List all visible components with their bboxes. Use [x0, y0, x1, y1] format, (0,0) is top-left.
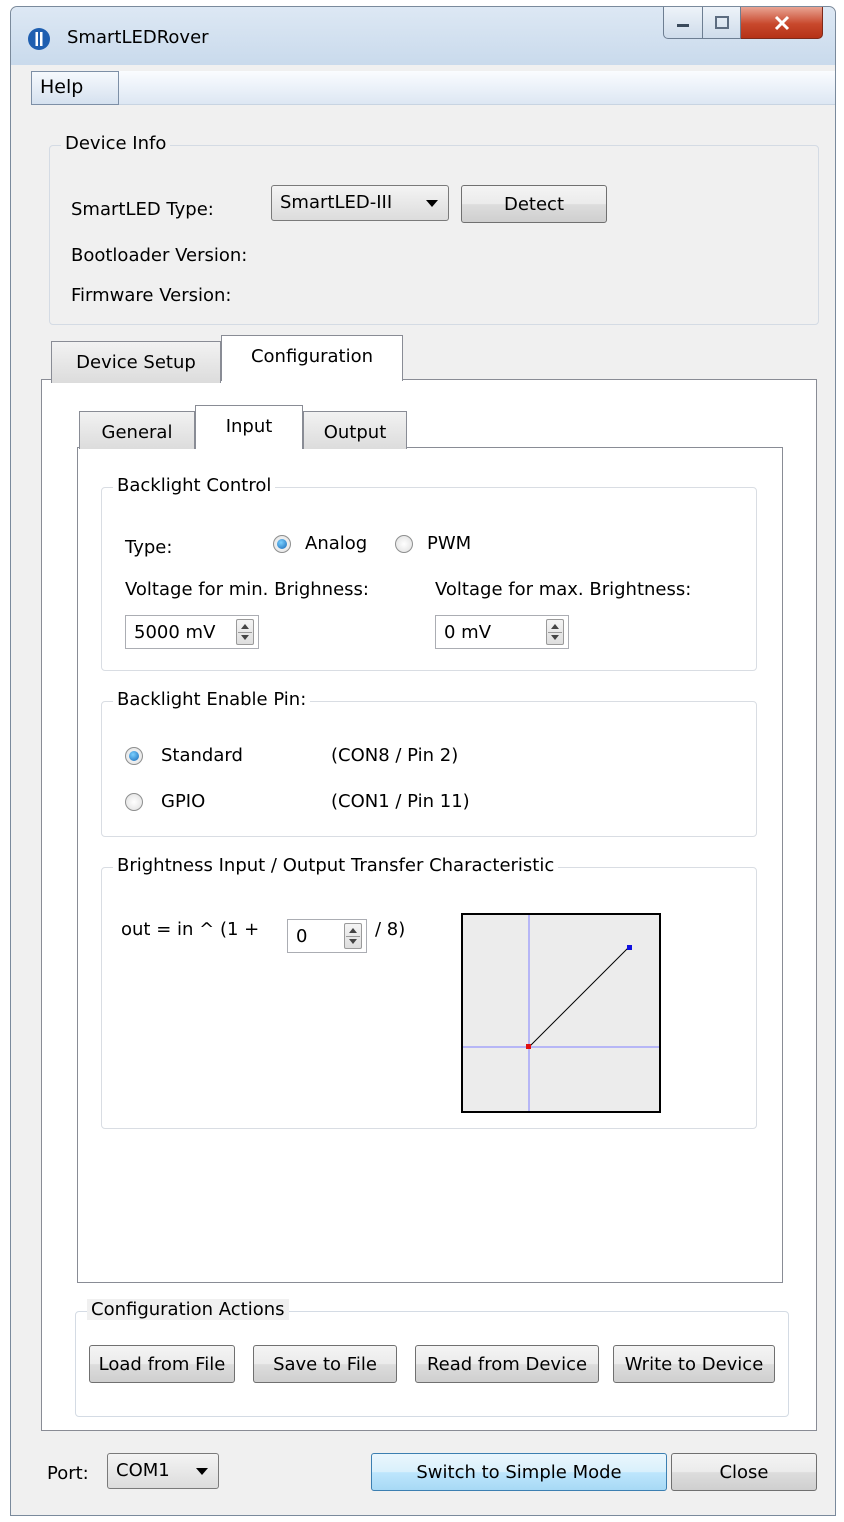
standard-radio[interactable]	[125, 747, 143, 765]
port-combo[interactable]: COM1	[107, 1453, 219, 1489]
smartled-type-combo[interactable]: SmartLED-III	[271, 185, 449, 221]
close-window-button[interactable]	[741, 7, 823, 39]
maximize-button[interactable]	[703, 7, 741, 39]
main-window: SmartLEDRover Help Device Info SmartLED …	[10, 6, 836, 1516]
pwm-radio[interactable]	[395, 535, 413, 553]
exponent-spinbox[interactable]: 0	[287, 919, 367, 953]
transfer-characteristic-title: Brightness Input / Output Transfer Chara…	[113, 855, 559, 876]
configuration-actions-title: Configuration Actions	[87, 1299, 289, 1320]
smartled-type-value: SmartLED-III	[280, 192, 393, 213]
minimize-button[interactable]	[663, 7, 703, 39]
voltage-max-value: 0 mV	[444, 622, 492, 643]
tab-configuration-label: Configuration	[250, 346, 374, 367]
backlight-type-label: Type:	[125, 537, 173, 558]
standard-label[interactable]: Standard	[161, 745, 243, 766]
exponent-value: 0	[296, 926, 308, 947]
subtab-general[interactable]: General	[79, 411, 195, 449]
app-logo-icon	[28, 28, 50, 50]
minimize-icon	[677, 23, 689, 27]
port-value: COM1	[116, 1460, 170, 1481]
gpio-label[interactable]: GPIO	[161, 791, 205, 812]
save-to-file-label: Save to File	[273, 1354, 377, 1375]
spin-updown-icon[interactable]	[236, 619, 254, 645]
smartled-type-label: SmartLED Type:	[71, 199, 214, 220]
backlight-enable-pin-title: Backlight Enable Pin:	[113, 689, 311, 710]
analog-radio[interactable]	[273, 535, 291, 553]
firmware-version-label: Firmware Version:	[71, 285, 232, 306]
window-controls	[663, 7, 823, 41]
tab-device-setup-label: Device Setup	[76, 352, 196, 373]
formula-suffix: / 8)	[375, 919, 406, 940]
device-info-title: Device Info	[61, 133, 171, 154]
save-to-file-button[interactable]: Save to File	[253, 1345, 397, 1383]
pwm-label[interactable]: PWM	[427, 533, 471, 554]
gpio-pin-text: (CON1 / Pin 11)	[331, 791, 470, 812]
close-button[interactable]: Close	[671, 1453, 817, 1491]
analog-label[interactable]: Analog	[305, 533, 367, 554]
detect-button[interactable]: Detect	[461, 185, 607, 223]
write-to-device-button[interactable]: Write to Device	[613, 1345, 775, 1383]
voltage-min-spinbox[interactable]: 5000 mV	[125, 615, 259, 649]
switch-to-simple-mode-label: Switch to Simple Mode	[416, 1462, 622, 1483]
voltage-max-spinbox[interactable]: 0 mV	[435, 615, 569, 649]
spin-updown-icon[interactable]	[546, 619, 564, 645]
voltage-max-label: Voltage for max. Brightness:	[435, 579, 692, 600]
load-from-file-button[interactable]: Load from File	[89, 1345, 235, 1383]
write-to-device-label: Write to Device	[624, 1354, 764, 1375]
curve-start-point	[526, 1044, 531, 1049]
chevron-down-icon	[196, 1468, 208, 1475]
tab-device-setup[interactable]: Device Setup	[51, 341, 221, 383]
curve-end-point	[627, 945, 632, 950]
close-label: Close	[719, 1462, 769, 1483]
port-label: Port:	[47, 1463, 89, 1484]
detect-label: Detect	[503, 194, 565, 215]
subtab-general-label: General	[101, 422, 173, 443]
menu-bar: Help	[31, 71, 835, 105]
chevron-down-icon	[426, 200, 438, 207]
transfer-graph-svg	[463, 915, 659, 1111]
subtab-input[interactable]: Input	[195, 405, 303, 449]
formula-prefix: out = in ^ (1 +	[121, 919, 260, 940]
read-from-device-label: Read from Device	[426, 1354, 588, 1375]
menu-help[interactable]: Help	[31, 71, 119, 105]
bootloader-version-label: Bootloader Version:	[71, 245, 248, 266]
standard-pin-text: (CON8 / Pin 2)	[331, 745, 459, 766]
title-bar[interactable]: SmartLEDRover	[11, 7, 835, 65]
subtab-input-label: Input	[225, 416, 273, 437]
subtab-output[interactable]: Output	[303, 411, 407, 449]
switch-to-simple-mode-button[interactable]: Switch to Simple Mode	[371, 1453, 667, 1491]
backlight-enable-pin-group	[101, 701, 757, 837]
gpio-radio[interactable]	[125, 793, 143, 811]
voltage-min-value: 5000 mV	[134, 622, 216, 643]
transfer-graph	[461, 913, 661, 1113]
window-title: SmartLEDRover	[67, 27, 209, 48]
close-x-icon	[774, 15, 789, 30]
spin-updown-icon[interactable]	[344, 923, 362, 949]
voltage-min-label: Voltage for min. Brighness:	[125, 579, 369, 600]
subtab-output-label: Output	[323, 422, 387, 443]
load-from-file-label: Load from File	[98, 1354, 226, 1375]
tab-configuration[interactable]: Configuration	[221, 335, 403, 381]
transfer-curve	[528, 946, 630, 1048]
read-from-device-button[interactable]: Read from Device	[415, 1345, 599, 1383]
backlight-control-title: Backlight Control	[113, 475, 276, 496]
maximize-icon	[714, 15, 729, 29]
